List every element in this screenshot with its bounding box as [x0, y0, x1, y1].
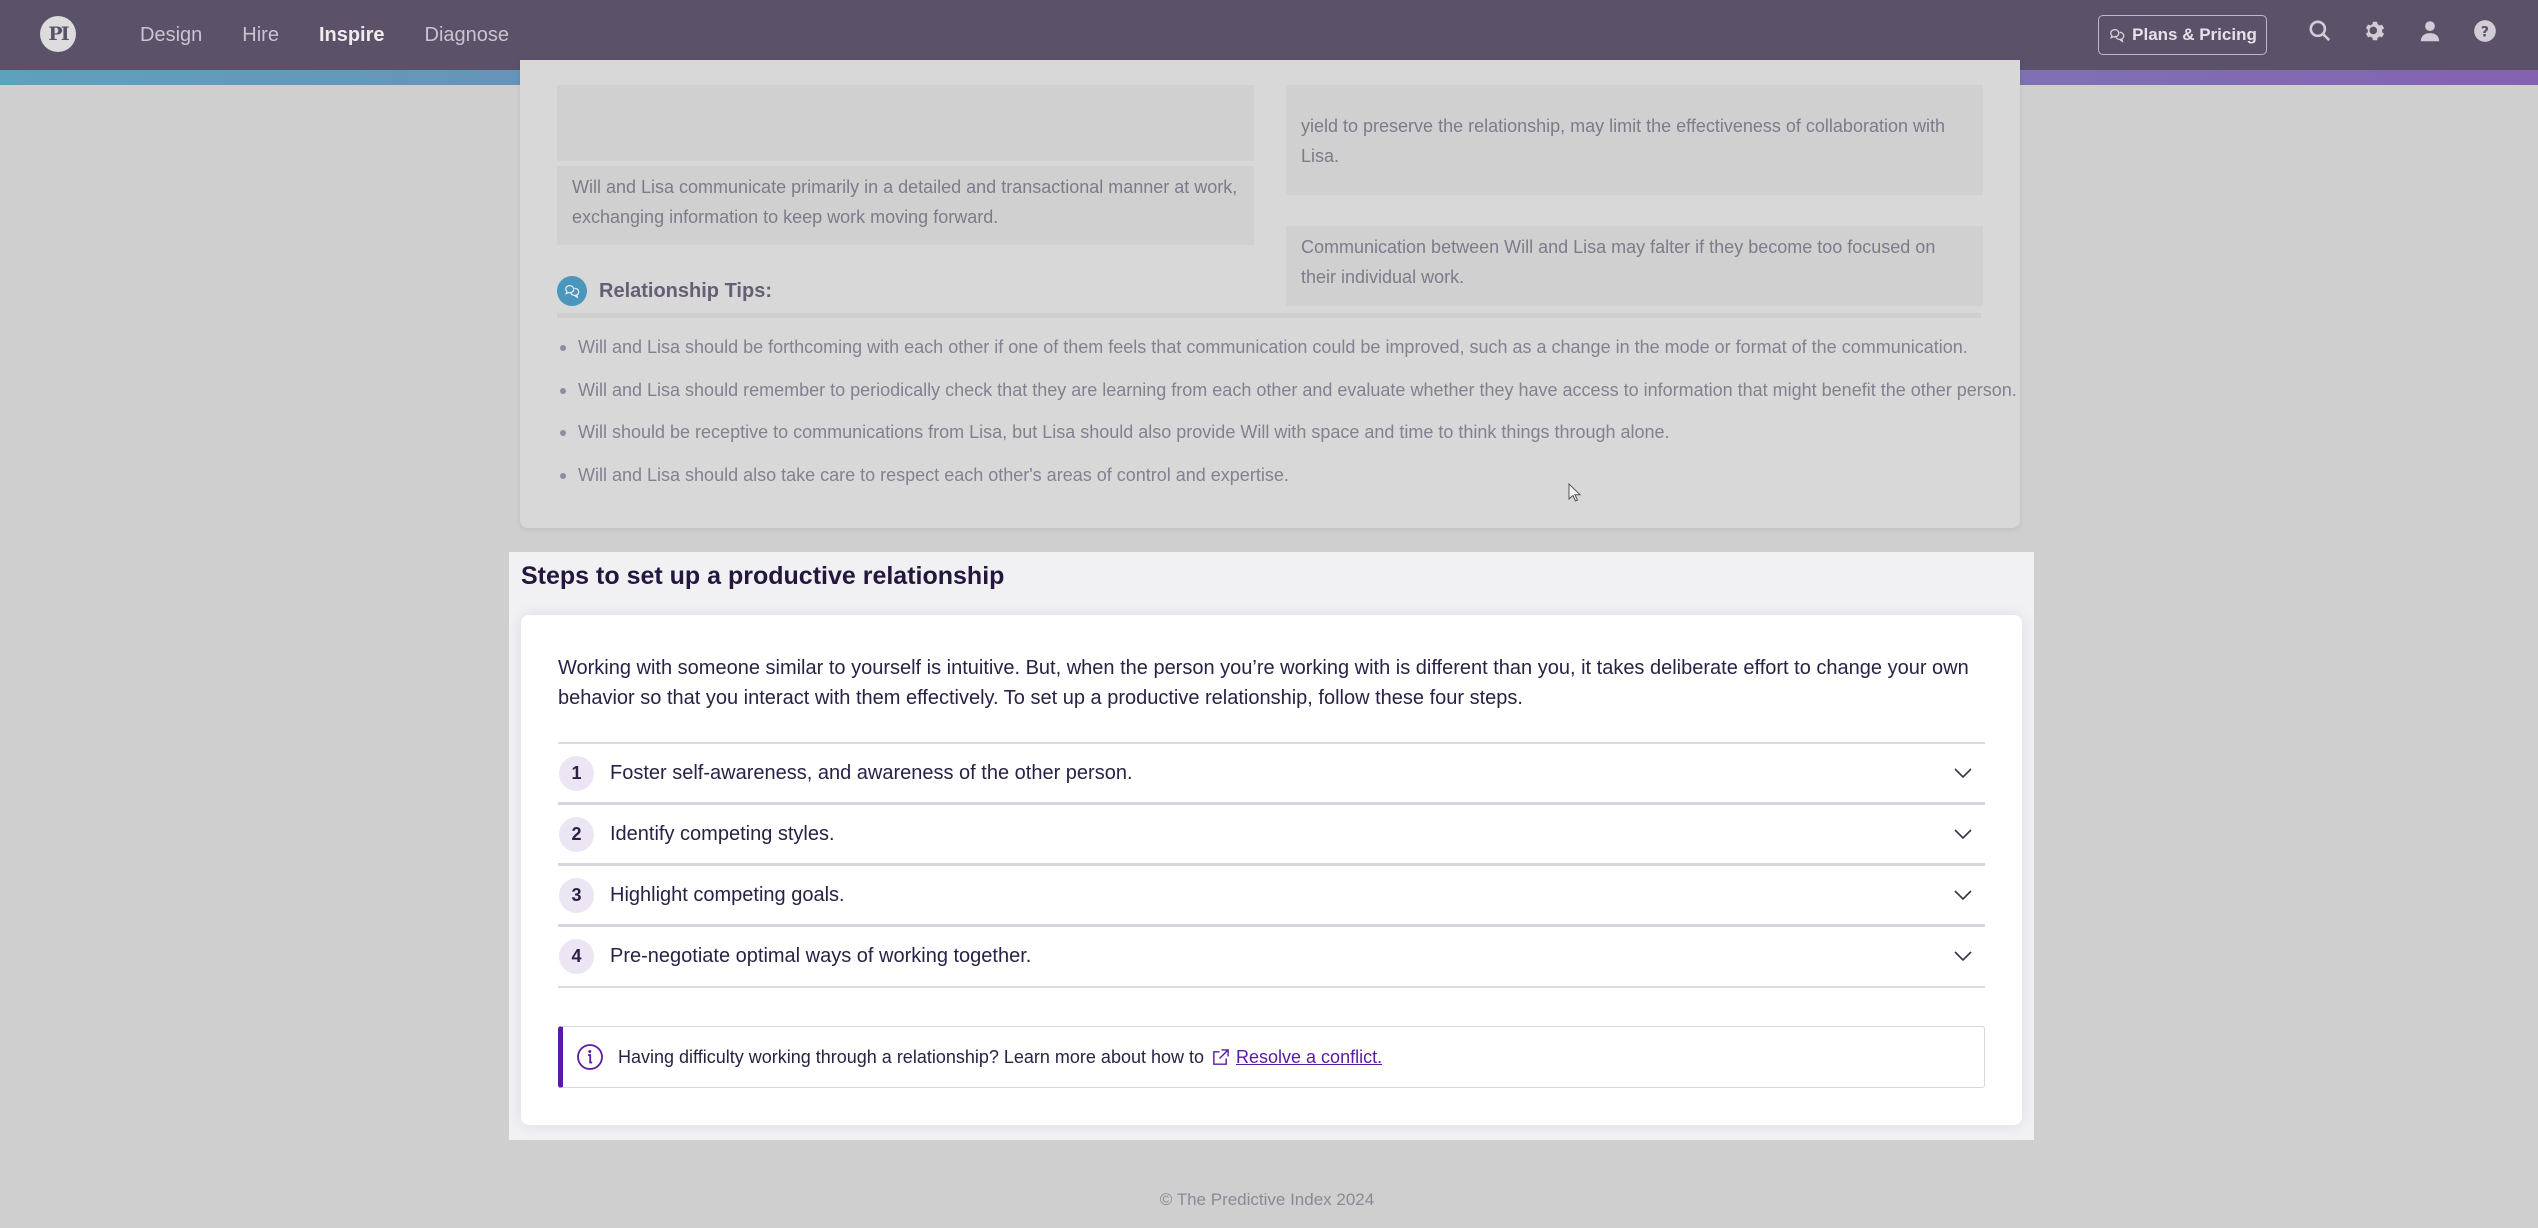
chat-bubbles-icon	[557, 276, 587, 306]
nav-link-inspire[interactable]: Inspire	[319, 24, 385, 47]
svg-text:?: ?	[2481, 24, 2489, 40]
tips-divider	[557, 313, 1981, 318]
text-box-partial	[557, 85, 1254, 161]
step-label: Identify competing styles.	[610, 822, 835, 845]
chat-bubbles-icon	[2110, 29, 2125, 43]
tip-item: Will and Lisa should be forthcoming with…	[560, 335, 2017, 378]
mouse-cursor-icon	[1568, 483, 1582, 502]
communication-style-text: Will and Lisa communicate primarily in a…	[572, 177, 1238, 227]
steps-card: Working with someone similar to yourself…	[521, 615, 2022, 1125]
step-number-badge: 3	[559, 877, 594, 913]
steps-intro-text: Working with someone similar to yourself…	[558, 657, 1969, 709]
step-number-badge: 1	[559, 755, 594, 791]
search-icon[interactable]	[2307, 18, 2333, 44]
nav-link-hire[interactable]: Hire	[242, 24, 279, 47]
chevron-down-icon[interactable]	[1953, 827, 1973, 841]
bullet-icon	[560, 345, 566, 351]
chevron-down-icon[interactable]	[1953, 949, 1973, 963]
caution-text-2: Communication between Will and Lisa may …	[1301, 237, 1936, 287]
tip-item: Will and Lisa should also take care to r…	[560, 463, 2017, 506]
copyright-text: © The Predictive Index 2024	[1159, 1190, 1375, 1209]
caution-box-1: yield to preserve the relationship, may …	[1286, 85, 1983, 195]
tip-text: Will and Lisa should be forthcoming with…	[578, 337, 1968, 357]
relationship-tips-header: Relationship Tips:	[557, 276, 772, 306]
step-number-badge: 4	[559, 939, 594, 974]
step-label: Pre-negotiate optimal ways of working to…	[610, 945, 1032, 967]
relationship-tips-title: Relationship Tips:	[599, 279, 772, 302]
step-item-3[interactable]: 3 Highlight competing goals.	[558, 866, 1985, 927]
tip-text: Will and Lisa should also take care to r…	[578, 464, 1289, 485]
plans-pricing-button[interactable]: Plans & Pricing	[2098, 15, 2267, 55]
main-nav: Design Hire Inspire Diagnose	[140, 0, 509, 70]
bullet-icon	[560, 472, 566, 479]
plans-pricing-label: Plans & Pricing	[2132, 25, 2257, 44]
steps-title: Steps to set up a productive relationshi…	[521, 562, 1005, 590]
page-footer: © The Predictive Index 2024	[0, 1190, 2538, 1210]
nav-link-design[interactable]: Design	[140, 24, 202, 47]
user-icon[interactable]	[2417, 18, 2443, 44]
tip-text: Will and Lisa should remember to periodi…	[578, 379, 2017, 400]
resolve-conflict-banner: Having difficulty working through a rela…	[558, 1026, 1985, 1088]
tip-item: Will and Lisa should remember to periodi…	[560, 378, 2017, 421]
banner-text: Having difficulty working through a rela…	[618, 1046, 1205, 1067]
chevron-down-icon[interactable]	[1953, 888, 1973, 902]
external-link-icon	[1213, 1048, 1229, 1065]
caution-text-1: yield to preserve the relationship, may …	[1301, 116, 1945, 166]
step-item-2[interactable]: 2 Identify competing styles.	[558, 805, 1985, 866]
bullet-icon	[560, 430, 566, 436]
tip-item: Will should be receptive to communicatio…	[560, 420, 2017, 463]
step-label: Highlight competing goals.	[610, 883, 845, 906]
step-item-1[interactable]: 1 Foster self-awareness, and awareness o…	[558, 744, 1985, 805]
relationship-tips-list: Will and Lisa should be forthcoming with…	[560, 335, 2017, 505]
bullet-icon	[560, 387, 566, 394]
step-number-badge: 2	[559, 816, 594, 852]
step-label: Foster self-awareness, and awareness of …	[610, 761, 1133, 784]
nav-link-diagnose[interactable]: Diagnose	[425, 24, 510, 47]
help-icon[interactable]: ?	[2472, 18, 2498, 44]
caution-box-2: Communication between Will and Lisa may …	[1286, 226, 1983, 306]
steps-accordion: 1 Foster self-awareness, and awareness o…	[558, 742, 1985, 988]
pi-logo[interactable]: PI	[40, 16, 76, 52]
chevron-down-icon[interactable]	[1953, 766, 1973, 780]
info-icon	[577, 1044, 603, 1070]
step-item-4[interactable]: 4 Pre-negotiate optimal ways of working …	[558, 927, 1985, 988]
communication-style-box: Will and Lisa communicate primarily in a…	[557, 166, 1254, 245]
resolve-conflict-link[interactable]: Resolve a conflict.	[1236, 1047, 1382, 1068]
gear-icon[interactable]	[2362, 18, 2388, 44]
steps-section: Steps to set up a productive relationshi…	[509, 552, 2034, 1140]
tip-text: Will should be receptive to communicatio…	[578, 422, 1670, 442]
